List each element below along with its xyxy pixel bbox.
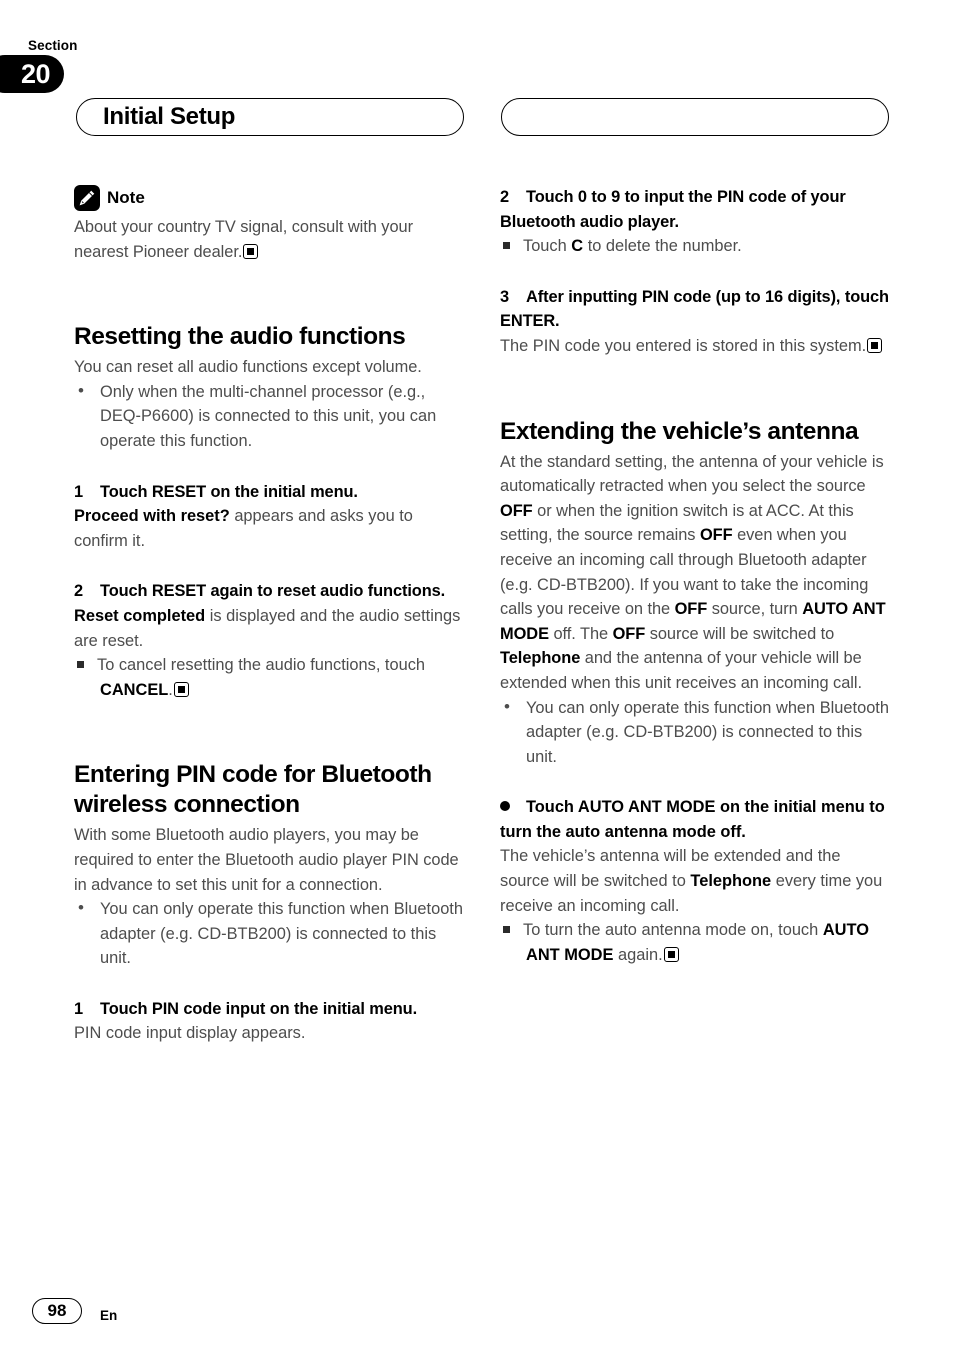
- reset-section-heading: Resetting the audio functions: [74, 323, 406, 351]
- para-emphasis-2: OFF: [699, 526, 733, 545]
- step-number: 1: [74, 482, 84, 501]
- remark-text: Touch: [523, 237, 572, 256]
- step-body: The PIN code you entered is stored in th…: [500, 334, 890, 359]
- reset-section-intro: You can reset all audio functions except…: [74, 358, 422, 377]
- page-footer: 98 En: [32, 1298, 117, 1324]
- para-emphasis-3: OFF: [674, 600, 708, 619]
- antenna-section-bullets: You can only operate this function when …: [500, 695, 890, 770]
- end-marker-icon: [663, 946, 679, 962]
- left-column: Note About your country TV signal, consu…: [74, 185, 464, 1046]
- remark-emphasis: C: [571, 237, 584, 256]
- reset-step-2: 2 Touch RESET again to reset audio functi…: [74, 579, 464, 702]
- step-body-emphasis: Telephone: [690, 872, 772, 891]
- manual-page: Section 20 Initial Setup Note About your…: [0, 0, 954, 1352]
- pin-section-bullets: You can only operate this function when …: [74, 896, 464, 971]
- step-heading: 1 Touch PIN code input on the initial men…: [74, 997, 464, 1022]
- step-heading-text: Touch RESET on the initial menu.: [100, 482, 358, 501]
- step-remark: To turn the auto antenna mode on, touch …: [500, 918, 890, 967]
- note-block: Note About your country TV signal, consu…: [74, 185, 464, 264]
- step-heading-text: Touch PIN code input on the initial menu…: [100, 999, 418, 1018]
- square-bullet-icon: [77, 661, 84, 669]
- remark-emphasis: CANCEL: [100, 680, 169, 699]
- step-number: 2: [500, 188, 510, 206]
- list-item: You can only operate this function when …: [500, 695, 890, 770]
- note-label: Note: [107, 188, 145, 207]
- section-label: Section: [28, 38, 78, 53]
- para-emphasis-5: OFF: [612, 624, 646, 643]
- step-number: 2: [74, 582, 84, 601]
- remark-text-suffix: to delete the number.: [583, 237, 742, 256]
- page-header: Section 20 Initial Setup: [0, 38, 954, 136]
- step-heading: Touch AUTO ANT MODE on the initial menu …: [500, 795, 890, 844]
- para-text-6: source will be switched to: [645, 624, 835, 643]
- step-heading: 2 Touch 0 to 9 to input the PIN code of y…: [500, 185, 890, 234]
- square-bullet-icon: [503, 242, 510, 250]
- reset-section-bullets: Only when the multi-channel processor (e…: [74, 379, 464, 454]
- step-body-emphasis: Proceed with reset?: [74, 507, 230, 526]
- antenna-section-heading: Extending the vehicle’s antenna: [500, 417, 859, 445]
- pin-section-intro: With some Bluetooth audio players, you m…: [74, 826, 459, 894]
- right-column: 2 Touch 0 to 9 to input the PIN code of y…: [500, 185, 890, 967]
- header-right-pill: [501, 98, 889, 136]
- step-heading-text: Touch 0 to 9 to input the PIN code of yo…: [500, 188, 846, 231]
- end-marker-icon: [243, 243, 259, 259]
- pin-step-1: 1 Touch PIN code input on the initial men…: [74, 997, 464, 1046]
- pin-section-heading: Entering PIN code for Bluetooth wireless…: [74, 761, 432, 819]
- reset-step-1: 1 Touch RESET on the initial menu. Procee…: [74, 480, 464, 554]
- step-body: Reset completed is displayed and the aud…: [74, 604, 464, 653]
- step-heading: 2 Touch RESET again to reset audio functi…: [74, 579, 464, 604]
- square-bullet-icon: [503, 926, 510, 934]
- end-marker-icon: [173, 681, 189, 697]
- bullet-dot-icon: [500, 801, 510, 812]
- para-text-1: At the standard setting, the antenna of …: [500, 452, 884, 496]
- remark-text-suffix: again.: [613, 945, 663, 964]
- step-body: PIN code input display appears.: [74, 1024, 306, 1043]
- list-item: Only when the multi-channel processor (e…: [74, 379, 464, 454]
- language-label: En: [100, 1307, 118, 1323]
- pin-step-2: 2 Touch 0 to 9 to input the PIN code of y…: [500, 185, 890, 259]
- step-heading-text: Touch RESET again to reset audio functio…: [100, 582, 446, 601]
- pin-step-3: 3 After inputting PIN code (up to 16 digi…: [500, 285, 890, 359]
- pencil-note-icon: [74, 185, 100, 211]
- step-heading-text: After inputting PIN code (up to 16 digit…: [500, 287, 889, 331]
- para-text-5: off. The: [548, 624, 613, 643]
- step-body: The vehicle’s antenna will be extended a…: [500, 844, 890, 918]
- remark-text: To cancel resetting the audio functions,…: [97, 656, 426, 675]
- step-body-emphasis: Reset completed: [74, 606, 206, 625]
- para-emphasis-1: OFF: [500, 501, 533, 520]
- page-number-badge: 98: [32, 1298, 82, 1324]
- step-heading: 1 Touch RESET on the initial menu.: [74, 480, 464, 505]
- step-heading: 3 After inputting PIN code (up to 16 digi…: [500, 285, 890, 334]
- step-remark: To cancel resetting the audio functions,…: [74, 653, 464, 702]
- para-emphasis-6: Telephone: [500, 649, 581, 668]
- antenna-dot-step: Touch AUTO ANT MODE on the initial menu …: [500, 795, 890, 967]
- step-number: 1: [74, 999, 84, 1018]
- para-text-4: source, turn: [707, 600, 803, 619]
- step-body-text: The PIN code you entered is stored in th…: [500, 336, 867, 355]
- note-text: About your country TV signal, consult wi…: [74, 215, 464, 264]
- end-marker-icon: [867, 337, 883, 353]
- page-title: Initial Setup: [103, 103, 236, 130]
- step-remark: Touch C to delete the number.: [500, 234, 890, 259]
- remark-text: To turn the auto antenna mode on, touch: [523, 921, 823, 940]
- antenna-section-paragraph: At the standard setting, the antenna of …: [500, 450, 890, 696]
- section-title-pill: Initial Setup: [76, 98, 464, 136]
- step-body: Proceed with reset? appears and asks you…: [74, 504, 464, 553]
- section-number-badge: 20: [0, 55, 64, 93]
- note-heading: Note: [74, 185, 464, 211]
- list-item: You can only operate this function when …: [74, 896, 464, 971]
- remark-text-suffix: .: [168, 680, 173, 699]
- step-heading-text: Touch AUTO ANT MODE on the initial menu …: [500, 798, 885, 841]
- step-number: 3: [500, 287, 510, 306]
